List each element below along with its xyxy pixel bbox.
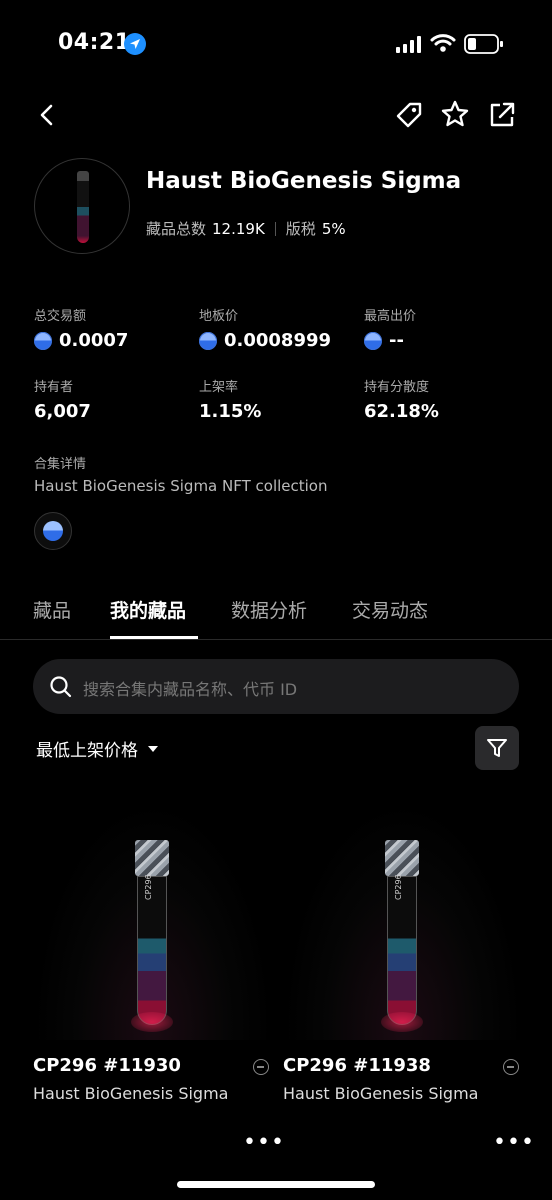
stat-label: 持有分散度 [364, 380, 430, 395]
vial-illustration: CP296 [381, 840, 423, 1032]
stat-label: 地板价 [199, 309, 239, 324]
items-count-label: 藏品总数 [146, 220, 207, 238]
nft-collection: Haust BioGenesis Sigma [283, 1084, 479, 1103]
collection-avatar [34, 158, 130, 254]
stat-holder-distribution: 持有分散度 62.18% [364, 376, 439, 422]
vial-glow [131, 1012, 173, 1032]
items-count-value: 12.19K [212, 219, 265, 238]
active-tab-indicator [110, 636, 198, 639]
details-label: 合集详情 [34, 457, 87, 472]
back-icon[interactable] [34, 100, 62, 130]
caret-down-icon [148, 745, 158, 752]
stat-holders: 持有者 6,007 [34, 376, 91, 422]
collection-tabs: 藏品 我的藏品 数据分析 交易动态 [0, 590, 552, 640]
tab-items[interactable]: 藏品 [33, 596, 71, 623]
search-placeholder: 搜索合集内藏品名称、代币 ID [83, 680, 298, 699]
more-icon[interactable]: ••• [493, 1130, 535, 1155]
stat-value-row: 0.0008999 [199, 330, 331, 351]
stat-value: 6,007 [34, 401, 91, 422]
filter-icon [487, 739, 507, 757]
stat-value: 62.18% [364, 401, 439, 422]
nft-collection: Haust BioGenesis Sigma [33, 1084, 229, 1103]
coin-icon [364, 331, 382, 350]
collection-title: Haust BioGenesis Sigma [146, 168, 462, 194]
more-icon[interactable]: ••• [243, 1130, 285, 1155]
tab-analytics[interactable]: 数据分析 [231, 596, 307, 623]
collection-meta: 藏品总数 12.19K 版税 5% [146, 218, 346, 239]
tab-activity[interactable]: 交易动态 [352, 596, 428, 623]
stat-value: 1.15% [199, 401, 262, 422]
status-time: 04:21 [58, 30, 131, 55]
vial-illustration: CP296 [131, 840, 173, 1032]
stat-top-bid: 最高出价 -- [364, 305, 416, 351]
nft-name: CP296 #11938 [283, 1055, 431, 1076]
share-icon[interactable] [487, 100, 517, 130]
nft-card[interactable]: CP296 CP296 #11938 Haust BioGenesis Sigm… [283, 800, 534, 1155]
nft-name: CP296 #11930 [33, 1055, 181, 1076]
battery-icon [464, 34, 503, 54]
nft-image: CP296 [33, 800, 273, 1040]
stat-listed-rate: 上架率 1.15% [199, 376, 261, 422]
stat-value: 0.0008999 [224, 330, 332, 351]
search-input[interactable]: 搜索合集内藏品名称、代币 ID [33, 659, 519, 714]
stat-value: 0.0007 [59, 330, 129, 351]
location-arrow-icon [124, 33, 146, 55]
stat-label: 总交易额 [34, 309, 87, 324]
nft-card[interactable]: CP296 CP296 #11930 Haust BioGenesis Sigm… [33, 800, 284, 1155]
meta-divider [274, 221, 276, 236]
sort-label: 最低上架价格 [36, 741, 138, 761]
stat-total-volume: 总交易额 0.0007 [34, 305, 128, 351]
royalty-label: 版税 [285, 220, 316, 238]
stat-label: 上架率 [199, 380, 239, 395]
chain-badge[interactable] [34, 512, 72, 550]
tab-my-items[interactable]: 我的藏品 [110, 596, 186, 623]
royalty-value: 5% [321, 219, 346, 238]
signal-icon [396, 36, 421, 53]
wifi-icon [430, 34, 456, 52]
stat-label: 持有者 [34, 380, 74, 395]
nft-image: CP296 [283, 800, 523, 1040]
vial-thumbnail [77, 171, 89, 243]
filter-button[interactable] [475, 726, 519, 770]
stat-label: 最高出价 [364, 309, 417, 324]
stat-floor-price: 地板价 0.0008999 [199, 305, 331, 351]
stat-value-row: -- [364, 330, 416, 351]
stat-value-row: 0.0007 [34, 330, 128, 351]
star-icon[interactable] [440, 99, 470, 129]
vial-label: CP296 [394, 874, 403, 900]
tag-icon[interactable] [394, 100, 424, 130]
home-indicator[interactable] [177, 1181, 375, 1188]
vial-cap [385, 840, 419, 876]
status-bar: 04:21 [0, 0, 552, 90]
coin-icon [34, 331, 52, 350]
chain-coin-icon [43, 521, 63, 541]
stat-value: -- [389, 330, 404, 351]
sort-dropdown[interactable]: 最低上架价格 [36, 736, 158, 761]
vial-label: CP296 [144, 874, 153, 900]
coin-icon [199, 331, 217, 350]
search-icon [50, 676, 72, 698]
unlisted-status-icon [503, 1059, 519, 1075]
details-description: Haust BioGenesis Sigma NFT collection [34, 477, 328, 495]
unlisted-status-icon [253, 1059, 269, 1075]
vial-glow [381, 1012, 423, 1032]
vial-cap [135, 840, 169, 876]
